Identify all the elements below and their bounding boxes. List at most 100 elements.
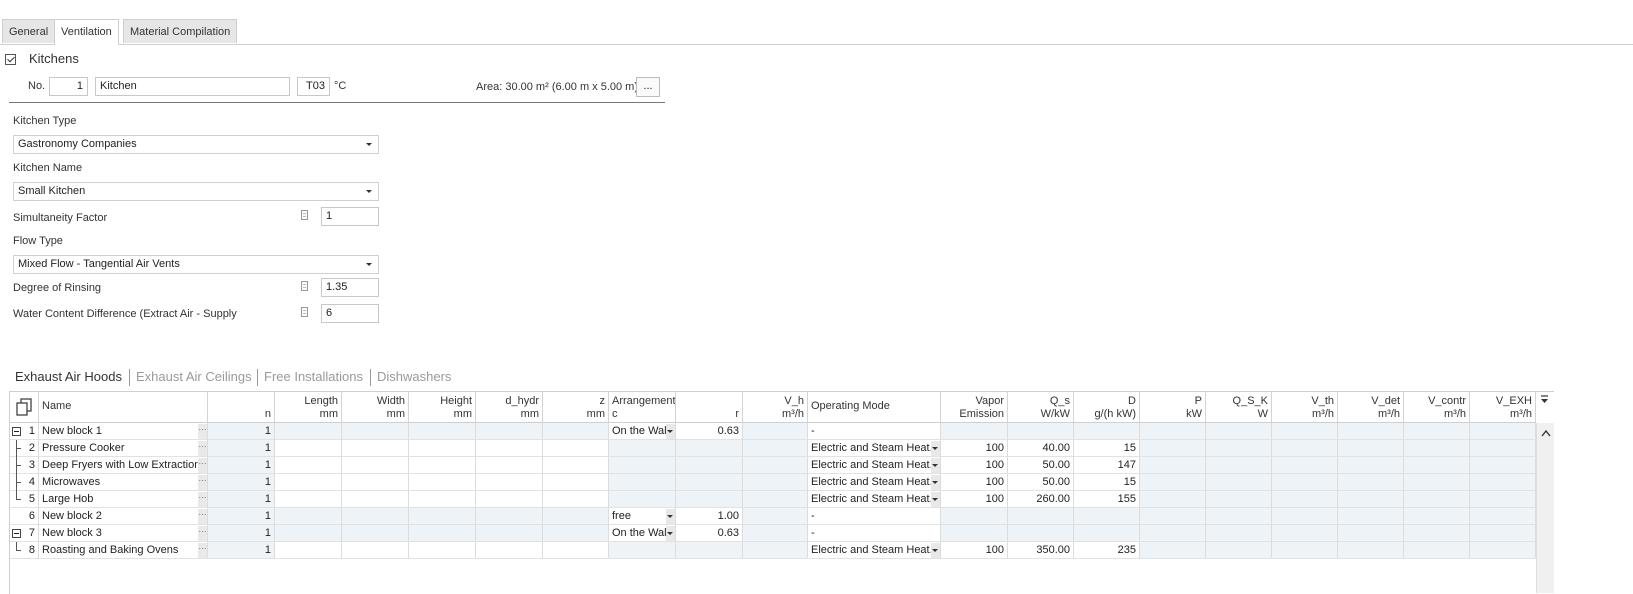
column-chooser-icon[interactable] bbox=[1540, 395, 1550, 405]
cell-height[interactable] bbox=[409, 423, 476, 440]
temperature-code-field[interactable]: T03 bbox=[297, 77, 330, 96]
dropdown-button[interactable] bbox=[931, 543, 940, 558]
cell-v-th[interactable] bbox=[1272, 525, 1338, 542]
cell-v-contr[interactable] bbox=[1404, 474, 1470, 491]
cell-d[interactable]: 15 bbox=[1074, 474, 1140, 491]
cell-p[interactable] bbox=[1140, 525, 1206, 542]
cell-v-th[interactable] bbox=[1272, 423, 1338, 440]
cell-q-s-k[interactable] bbox=[1206, 491, 1272, 508]
cell-height[interactable] bbox=[409, 508, 476, 525]
more-button[interactable]: ... bbox=[636, 77, 660, 97]
collapse-icon[interactable] bbox=[12, 427, 21, 436]
cell-v-det[interactable] bbox=[1338, 542, 1404, 559]
cell-r[interactable]: 0.63 bbox=[676, 525, 743, 542]
row-more-icon[interactable]: ··· bbox=[198, 441, 207, 456]
cell-v-det[interactable] bbox=[1338, 525, 1404, 542]
column-header-arrangement[interactable]: Arrangement cHeat Source bbox=[609, 392, 676, 423]
column-header-v-contr[interactable]: V_contr m³/h bbox=[1404, 392, 1470, 423]
cell-width[interactable] bbox=[342, 423, 409, 440]
cell-d-hydr[interactable] bbox=[476, 423, 543, 440]
cell-q-s[interactable]: 260.00 bbox=[1008, 491, 1074, 508]
row-more-icon[interactable]: ··· bbox=[198, 492, 207, 507]
cell-v-exh[interactable] bbox=[1470, 423, 1536, 440]
cell-v-exh[interactable] bbox=[1470, 457, 1536, 474]
cell-n[interactable]: 1 bbox=[208, 525, 275, 542]
cell-v-exh[interactable] bbox=[1470, 440, 1536, 457]
cell-name[interactable]: New block 2 bbox=[39, 508, 208, 525]
cell-v-h[interactable] bbox=[743, 423, 808, 440]
cell-v-h[interactable] bbox=[743, 440, 808, 457]
subtab-exhaust-air-hoods[interactable]: Exhaust Air Hoods bbox=[15, 369, 122, 384]
calculator-icon[interactable] bbox=[301, 307, 308, 317]
cell-v-det[interactable] bbox=[1338, 457, 1404, 474]
cell-width[interactable] bbox=[342, 525, 409, 542]
cell-operating-mode[interactable]: - bbox=[808, 423, 941, 440]
cell-arrangement[interactable] bbox=[609, 542, 676, 559]
cell-name[interactable]: Pressure Cooker bbox=[39, 440, 208, 457]
cell-v-h[interactable] bbox=[743, 508, 808, 525]
cell-p[interactable] bbox=[1140, 508, 1206, 525]
row-more-icon[interactable]: ··· bbox=[198, 458, 207, 473]
cell-z[interactable] bbox=[543, 525, 609, 542]
cell-v-det[interactable] bbox=[1338, 440, 1404, 457]
cell-v-contr[interactable] bbox=[1404, 491, 1470, 508]
cell-v-contr[interactable] bbox=[1404, 525, 1470, 542]
cell-p[interactable] bbox=[1140, 491, 1206, 508]
cell-q-s-k[interactable] bbox=[1206, 440, 1272, 457]
cell-z[interactable] bbox=[543, 542, 609, 559]
column-header-z[interactable]: z mm bbox=[543, 392, 609, 423]
collapse-icon[interactable] bbox=[12, 529, 21, 538]
calculator-icon[interactable] bbox=[301, 281, 308, 291]
dropdown-button[interactable] bbox=[931, 492, 940, 507]
row-more-icon[interactable]: ··· bbox=[198, 526, 207, 541]
cell-operating-mode[interactable]: - bbox=[808, 525, 941, 542]
cell-vapor-emission[interactable] bbox=[941, 423, 1008, 440]
cell-v-det[interactable] bbox=[1338, 508, 1404, 525]
cell-d-hydr[interactable] bbox=[476, 474, 543, 491]
cell-vapor-emission[interactable]: 100 bbox=[941, 491, 1008, 508]
cell-length[interactable] bbox=[275, 423, 342, 440]
cell-v-h[interactable] bbox=[743, 525, 808, 542]
cell-v-exh[interactable] bbox=[1470, 508, 1536, 525]
cell-v-contr[interactable] bbox=[1404, 542, 1470, 559]
cell-height[interactable] bbox=[409, 474, 476, 491]
cell-q-s[interactable] bbox=[1008, 525, 1074, 542]
calculator-icon[interactable] bbox=[301, 210, 308, 220]
cell-r[interactable] bbox=[676, 474, 743, 491]
dropdown-button[interactable] bbox=[666, 526, 675, 541]
row-more-icon[interactable]: ··· bbox=[198, 424, 207, 439]
cell-r[interactable] bbox=[676, 457, 743, 474]
dropdown-button[interactable] bbox=[931, 458, 940, 473]
cell-v-det[interactable] bbox=[1338, 491, 1404, 508]
cell-name[interactable]: New block 1 bbox=[39, 423, 208, 440]
cell-q-s-k[interactable] bbox=[1206, 542, 1272, 559]
column-header-width[interactable]: Width mm bbox=[342, 392, 409, 423]
cell-d[interactable] bbox=[1074, 508, 1140, 525]
cell-q-s[interactable] bbox=[1008, 423, 1074, 440]
cell-length[interactable] bbox=[275, 457, 342, 474]
column-header-q-s[interactable]: Q_s W/kW bbox=[1008, 392, 1074, 423]
cell-v-th[interactable] bbox=[1272, 491, 1338, 508]
cell-p[interactable] bbox=[1140, 423, 1206, 440]
cell-q-s-k[interactable] bbox=[1206, 423, 1272, 440]
cell-z[interactable] bbox=[543, 474, 609, 491]
tab-ventilation[interactable]: Ventilation bbox=[54, 19, 119, 45]
cell-p[interactable] bbox=[1140, 474, 1206, 491]
cell-v-det[interactable] bbox=[1338, 423, 1404, 440]
cell-height[interactable] bbox=[409, 457, 476, 474]
cell-d[interactable]: 147 bbox=[1074, 457, 1140, 474]
cell-name[interactable]: Roasting and Baking Ovens bbox=[39, 542, 208, 559]
cell-length[interactable] bbox=[275, 491, 342, 508]
cell-v-exh[interactable] bbox=[1470, 474, 1536, 491]
cell-q-s-k[interactable] bbox=[1206, 457, 1272, 474]
cell-width[interactable] bbox=[342, 474, 409, 491]
cell-name[interactable]: Microwaves bbox=[39, 474, 208, 491]
cell-v-th[interactable] bbox=[1272, 457, 1338, 474]
dropdown-button[interactable] bbox=[666, 509, 675, 524]
dropdown-button[interactable] bbox=[931, 475, 940, 490]
cell-width[interactable] bbox=[342, 491, 409, 508]
cell-vapor-emission[interactable]: 100 bbox=[941, 474, 1008, 491]
cell-r[interactable]: 1.00 bbox=[676, 508, 743, 525]
cell-length[interactable] bbox=[275, 542, 342, 559]
cell-n[interactable]: 1 bbox=[208, 542, 275, 559]
